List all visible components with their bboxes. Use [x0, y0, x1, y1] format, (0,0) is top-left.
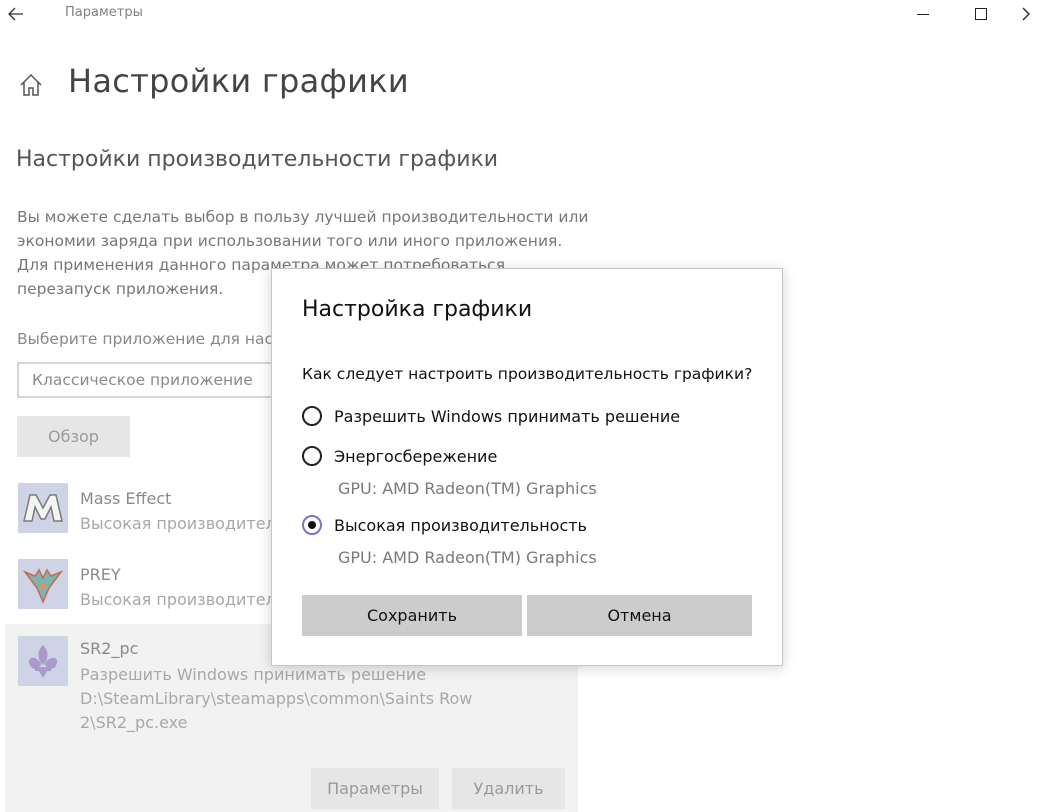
- home-icon[interactable]: [18, 72, 44, 98]
- choose-app-label: Выберите приложение для настр: [17, 330, 292, 348]
- maximize-icon: [975, 8, 987, 20]
- minimize-button[interactable]: [900, 0, 946, 28]
- app-path: D:\SteamLibrary\steamapps\common\Saints …: [80, 687, 480, 735]
- title-bar: Параметры: [0, 0, 1039, 28]
- description-line: Вы можете сделать выбор в пользу лучшей …: [17, 208, 589, 226]
- save-button[interactable]: Сохранить: [302, 595, 522, 636]
- maximize-button[interactable]: [958, 0, 1004, 28]
- radio-button[interactable]: [302, 446, 322, 466]
- back-button[interactable]: [0, 0, 32, 28]
- app-path-line: D:\SteamLibrary\steamapps\common\Saints …: [80, 689, 473, 708]
- radio-option-power-saving[interactable]: Энергосбережение: [302, 443, 497, 469]
- radio-label: Высокая производительность: [334, 515, 587, 535]
- prey-icon: [18, 559, 68, 609]
- options-button[interactable]: Параметры: [311, 768, 439, 809]
- cancel-button[interactable]: Отмена: [527, 595, 752, 636]
- arrow-left-icon: [8, 7, 23, 21]
- radio-button[interactable]: [302, 406, 322, 426]
- remove-button[interactable]: Удалить: [452, 768, 565, 809]
- app-title: Параметры: [65, 5, 143, 20]
- settings-window: Параметры Настройки графики Настройки пр…: [0, 0, 1039, 812]
- radio-label: Разрешить Windows принимать решение: [334, 406, 681, 426]
- description-line: экономии заряда при использовании того и…: [17, 232, 563, 250]
- app-name: PREY: [80, 565, 121, 584]
- browse-button[interactable]: Обзор: [17, 416, 130, 457]
- radio-label: Энергосбережение: [334, 446, 498, 466]
- dialog-question: Как следует настроить производительность…: [302, 365, 753, 383]
- fleur-de-lis-icon: [18, 636, 68, 686]
- gpu-label: GPU: AMD Radeon(TM) Graphics: [338, 479, 597, 498]
- gpu-label: GPU: AMD Radeon(TM) Graphics: [338, 548, 597, 567]
- graphics-settings-dialog: Настройка графики Как следует настроить …: [271, 268, 783, 666]
- close-button[interactable]: [1012, 0, 1039, 28]
- radio-option-let-windows-decide[interactable]: Разрешить Windows принимать решение: [302, 403, 680, 429]
- app-status: Разрешить Windows принимать решение: [80, 665, 427, 684]
- app-name: SR2_pc: [80, 639, 139, 658]
- page-title: Настройки графики: [68, 62, 410, 100]
- dialog-title: Настройка графики: [302, 297, 533, 322]
- minimize-icon: [917, 13, 929, 15]
- app-path-line: 2\SR2_pc.exe: [80, 713, 188, 732]
- section-title: Настройки производительности графики: [16, 147, 499, 172]
- chevron-right-icon: [1022, 7, 1030, 21]
- app-name: Mass Effect: [80, 489, 172, 508]
- radio-button-selected[interactable]: [302, 515, 322, 535]
- mass-effect-icon: [18, 483, 68, 533]
- radio-option-high-performance[interactable]: Высокая производительность: [302, 512, 587, 538]
